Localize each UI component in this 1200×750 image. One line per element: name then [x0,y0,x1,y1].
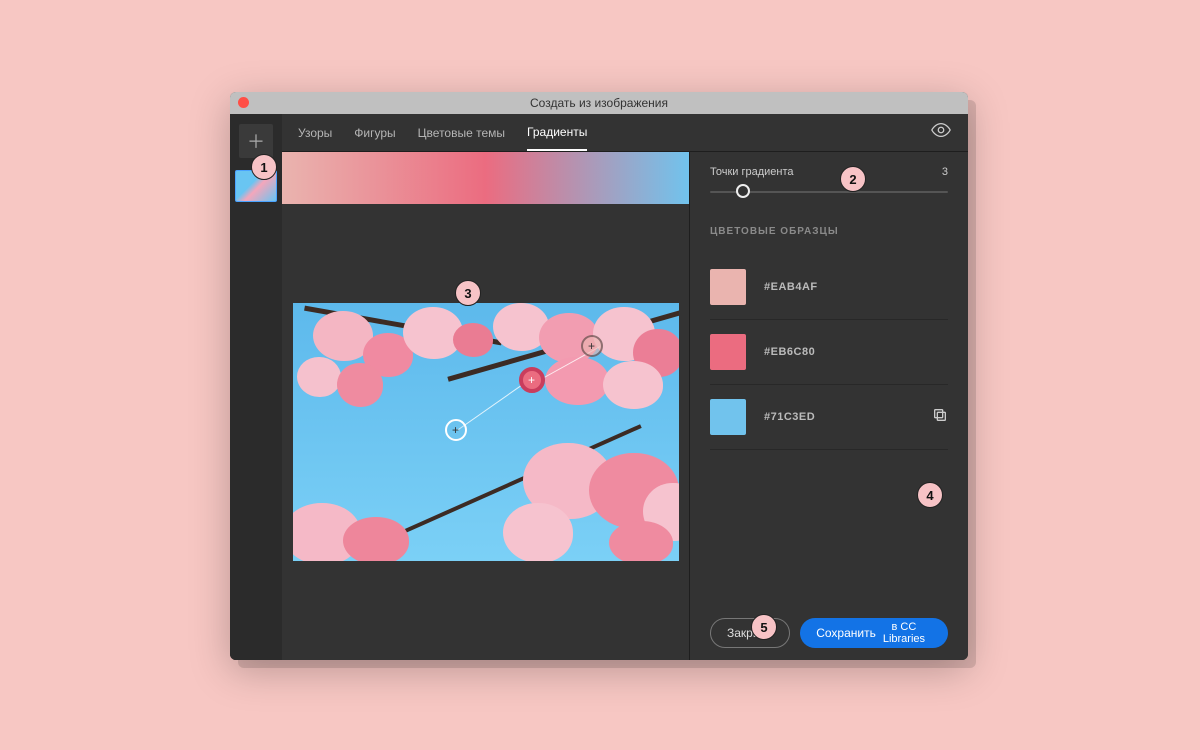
copy-swatch-icon[interactable] [932,407,948,428]
save-button-prefix: Сохранить [816,626,876,640]
save-to-libraries-button[interactable]: Сохранить в CC Libraries [800,618,948,648]
tab-shapes[interactable]: Фигуры [354,114,395,151]
swatch-chip[interactable] [710,334,746,370]
callout-2: 2 [840,166,866,192]
gradient-point-2[interactable]: + [519,367,545,393]
swatch-row[interactable]: #71C3ED [710,385,948,450]
gradient-points-label: Точки градиента [710,166,794,178]
tab-color-themes[interactable]: Цветовые темы [418,114,505,151]
swatch-chip[interactable] [710,399,746,435]
callout-4: 4 [917,482,943,508]
swatch-row[interactable]: #EB6C80 [710,320,948,385]
preview-pane: [ [20,8,60,50,"#f4b6c3"],[70,30,50,44,"#… [282,152,690,660]
maximize-window-icon[interactable] [272,97,283,108]
gradient-points-slider[interactable] [710,184,948,200]
swatch-hex: #71C3ED [764,411,815,423]
swatch-chip[interactable] [710,269,746,305]
gradient-point-1[interactable]: + [581,335,603,357]
swatches-title: ЦВЕТОВЫЕ ОБРАЗЦЫ [710,226,948,237]
window-title: Создать из изображения [230,96,968,110]
plus-icon: + [452,423,459,437]
swatch-row[interactable]: #EAB4AF [710,255,948,320]
callout-3: 3 [455,280,481,306]
minimize-window-icon[interactable] [255,97,266,108]
properties-pane: Точки градиента 3 ЦВЕТОВЫЕ ОБРАЗЦЫ #EAB4… [690,152,968,660]
close-button[interactable]: Закрыть [710,618,790,648]
image-sidebar: ＋ [230,114,282,660]
gradient-preview[interactable] [282,152,689,204]
image-canvas[interactable]: [ [20,8,60,50,"#f4b6c3"],[70,30,50,44,"#… [293,303,679,561]
gradient-points-value: 3 [942,166,948,178]
close-window-icon[interactable] [238,97,249,108]
swatches-list: #EAB4AF #EB6C80 #71C3ED [710,255,948,450]
tabs-bar: Узоры Фигуры Цветовые темы Градиенты [282,114,968,152]
save-button-suffix: в CC Libraries [876,621,932,645]
plus-icon: + [588,339,595,353]
preview-icon[interactable] [930,119,952,146]
add-image-button[interactable]: ＋ [239,124,273,158]
gradient-point-3[interactable]: + [445,419,467,441]
plus-icon: + [528,373,535,387]
tab-gradients[interactable]: Градиенты [527,114,587,151]
callout-1: 1 [251,154,277,180]
swatch-hex: #EAB4AF [764,281,818,293]
titlebar[interactable]: Создать из изображения [230,92,968,114]
plus-icon: ＋ [247,128,265,154]
swatch-hex: #EB6C80 [764,346,815,358]
slider-handle[interactable] [736,184,750,198]
tab-patterns[interactable]: Узоры [298,114,332,151]
callout-5: 5 [751,614,777,640]
